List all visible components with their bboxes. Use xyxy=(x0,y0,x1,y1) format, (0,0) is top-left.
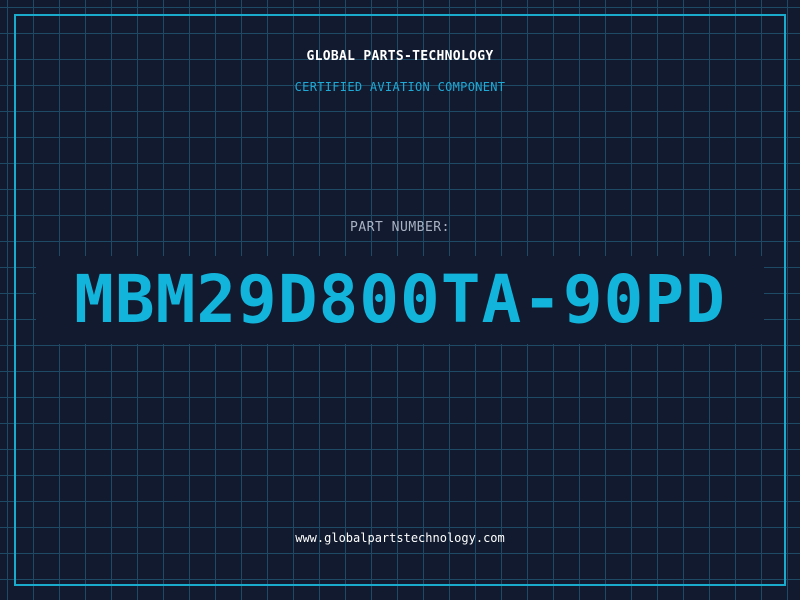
certification-tagline: CERTIFIED AVIATION COMPONENT xyxy=(294,80,506,94)
part-number-label: PART NUMBER: xyxy=(350,220,450,235)
company-name: GLOBAL PARTS-TECHNOLOGY xyxy=(306,49,494,64)
part-number-value: MBM29D800TA-90PD xyxy=(36,256,764,344)
website-url: www.globalpartstechnology.com xyxy=(295,531,505,545)
